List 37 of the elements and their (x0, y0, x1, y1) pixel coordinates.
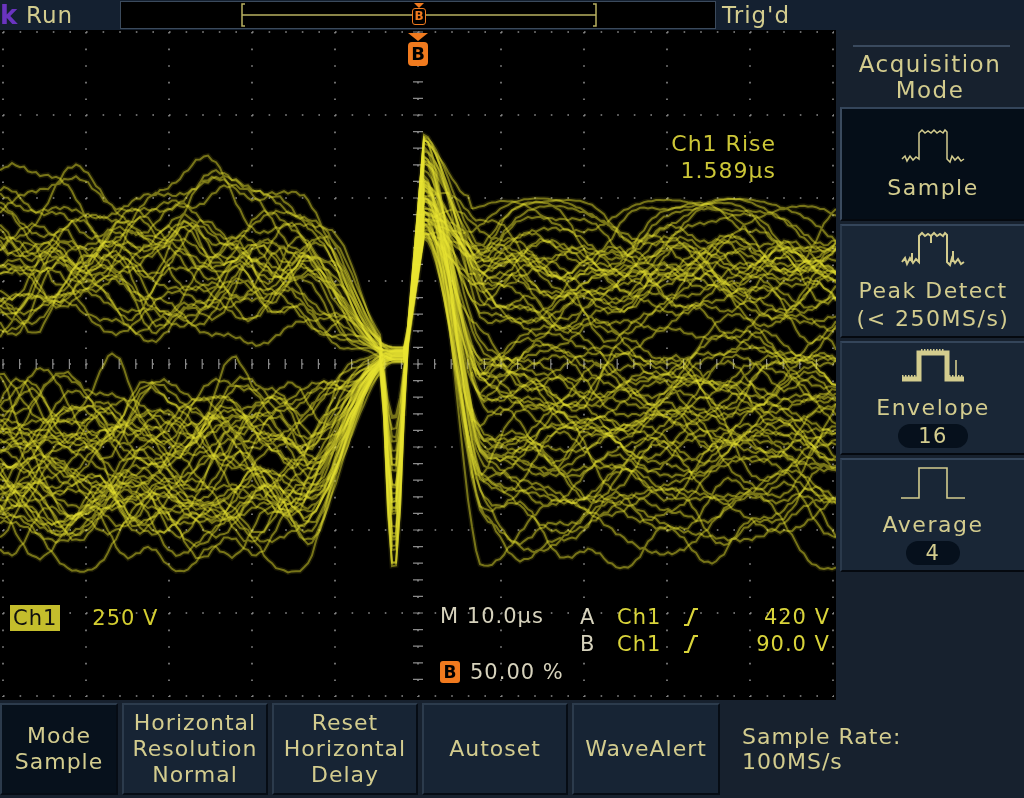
channel-scale: 250 V (92, 606, 159, 630)
square-pulse-icon (901, 465, 965, 501)
trigger-label: B (580, 631, 597, 656)
channel-label: Ch1 (10, 605, 61, 631)
logo-letter: k (0, 0, 19, 30)
softkey-button[interactable]: Reset Horizontal Delay (272, 703, 418, 795)
acquisition-mode-option[interactable]: Sample (840, 107, 1024, 221)
sample-rate-value: 100MS/s (742, 749, 844, 774)
softkey-button[interactable]: WaveAlert (572, 703, 720, 795)
acquisition-mode-option[interactable]: Peak Detect (< 250MS/s) (840, 224, 1024, 338)
sample-rate-label: Sample Rate: (742, 724, 902, 749)
spiky-pulse-icon (901, 231, 965, 267)
trigger-marker-label: B (412, 8, 426, 25)
count-badge: 16 (898, 424, 968, 448)
trigger-source: Ch1 (617, 604, 663, 629)
softkey-button[interactable]: Autoset (422, 703, 568, 795)
trigger-source: Ch1 (617, 631, 663, 656)
trigger-level: 90.0 V (755, 631, 830, 656)
position-marker-label: B (440, 661, 460, 683)
trigger-label: A (580, 604, 597, 629)
softkey-button[interactable]: Horizontal Resolution Normal (122, 703, 268, 795)
timebase-readout: M 10.0µs (440, 603, 545, 630)
softkey-button[interactable]: Mode Sample (0, 703, 118, 795)
marker-pointer-icon (414, 3, 424, 8)
noisy-pulse-icon (901, 128, 965, 164)
marker-pointer-icon (408, 33, 428, 41)
run-status: Run (25, 1, 75, 30)
trigger-level: 420 V (762, 604, 830, 629)
acquisition-mode-option[interactable]: Envelope 16 (840, 341, 1024, 455)
measurement-value: 1.589µs (680, 157, 776, 184)
acquisition-mode-option[interactable]: Average 4 (840, 458, 1024, 572)
measurement-label: Ch1 Rise (671, 130, 776, 157)
thick-pulse-icon (901, 348, 965, 384)
trigger-status: Trig'd (721, 1, 792, 30)
menu-title: Acquisition Mode (857, 51, 1003, 103)
position-readout: 50.00 % (470, 660, 564, 684)
count-badge: 4 (905, 541, 961, 565)
